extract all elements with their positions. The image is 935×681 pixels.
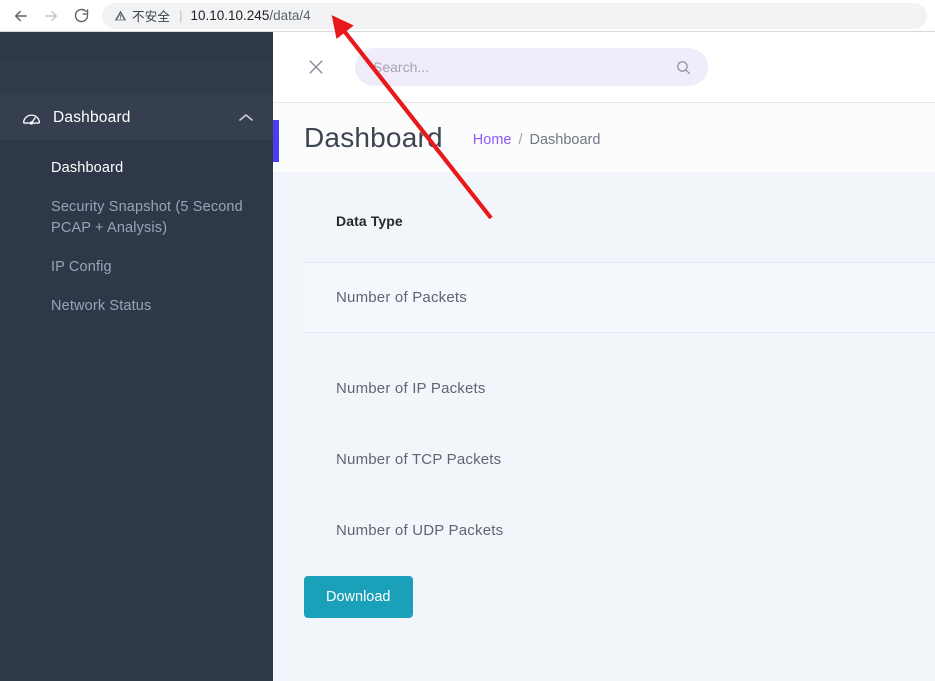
back-arrow-icon[interactable] — [6, 1, 36, 31]
reload-icon[interactable] — [66, 1, 96, 31]
search-placeholder: Search... — [373, 59, 430, 75]
content-area: Data Type Number of Packets Number of IP… — [273, 172, 935, 681]
search-icon[interactable] — [675, 59, 692, 76]
chevron-up-icon[interactable] — [235, 113, 253, 122]
app-topbar: Search... — [273, 32, 935, 103]
dashboard-gauge-icon — [22, 110, 44, 125]
forward-arrow-icon — [36, 1, 66, 31]
omnibox-separator: | — [179, 8, 183, 23]
page-header: Dashboard Home / Dashboard — [273, 103, 935, 172]
sidebar-item-label: Network Status — [51, 298, 152, 314]
table-row[interactable]: Number of UDP Packets — [273, 495, 935, 566]
sidebar-group-label: Dashboard — [53, 108, 131, 126]
breadcrumb-current: Dashboard — [529, 131, 601, 148]
search-input[interactable]: Search... — [355, 48, 708, 86]
sidebar-item-security-snapshot[interactable]: Security Snapshot (5 Second PCAP + Analy… — [0, 188, 273, 248]
not-secure-warning-icon[interactable] — [114, 9, 127, 22]
security-label: 不安全 — [132, 10, 171, 24]
sidebar-item-ip-config[interactable]: IP Config — [0, 248, 273, 287]
sidebar-item-dashboard[interactable]: Dashboard — [0, 149, 273, 188]
address-bar[interactable]: 不安全 | 10.10.10.245/data/4 — [102, 2, 927, 29]
sidebar-item-label: Dashboard — [51, 160, 124, 176]
table-row[interactable]: Number of TCP Packets — [273, 424, 935, 495]
data-table: Number of Packets Number of IP Packets N… — [273, 262, 935, 566]
table-cell-data-type: Number of IP Packets — [336, 380, 486, 397]
sidebar-group-dashboard[interactable]: Dashboard — [0, 95, 273, 140]
table-cell-data-type: Number of TCP Packets — [336, 451, 502, 468]
page-title: Dashboard — [304, 121, 443, 153]
page-accent-strip — [273, 120, 279, 162]
column-header-data-type: Data Type — [336, 213, 403, 229]
sidebar-brand-area — [0, 59, 273, 95]
sidebar-top-spacer — [0, 32, 273, 59]
main-region: Search... Dashboard Home / Dashboard Dat… — [273, 32, 935, 681]
breadcrumb-home-link[interactable]: Home — [473, 132, 512, 148]
url-host: 10.10.10.245 — [190, 8, 270, 23]
breadcrumb-separator: / — [518, 131, 523, 148]
close-x-icon[interactable] — [303, 54, 329, 80]
table-row[interactable]: Number of Packets — [304, 262, 935, 333]
sidebar-item-label: IP Config — [51, 259, 112, 275]
table-cell-data-type: Number of UDP Packets — [336, 522, 504, 539]
row-spacer — [273, 333, 935, 353]
table-row[interactable]: Number of IP Packets — [273, 353, 935, 424]
sidebar-item-label: Security Snapshot (5 Second PCAP + Analy… — [51, 199, 243, 236]
browser-toolbar: 不安全 | 10.10.10.245/data/4 — [0, 0, 935, 32]
url-text: 10.10.10.245/data/4 — [191, 8, 311, 23]
breadcrumb: Home / Dashboard — [473, 128, 601, 148]
sidebar: Dashboard Dashboard Security Snapshot (5… — [0, 32, 273, 681]
table-cell-data-type: Number of Packets — [336, 289, 467, 306]
download-button[interactable]: Download — [304, 576, 413, 618]
url-path: /data/4 — [269, 8, 311, 23]
sidebar-item-network-status[interactable]: Network Status — [0, 287, 273, 326]
sidebar-nav-list: Dashboard Security Snapshot (5 Second PC… — [0, 140, 273, 326]
screenshot-root: 不安全 | 10.10.10.245/data/4 Dashboard Dash… — [0, 0, 935, 681]
